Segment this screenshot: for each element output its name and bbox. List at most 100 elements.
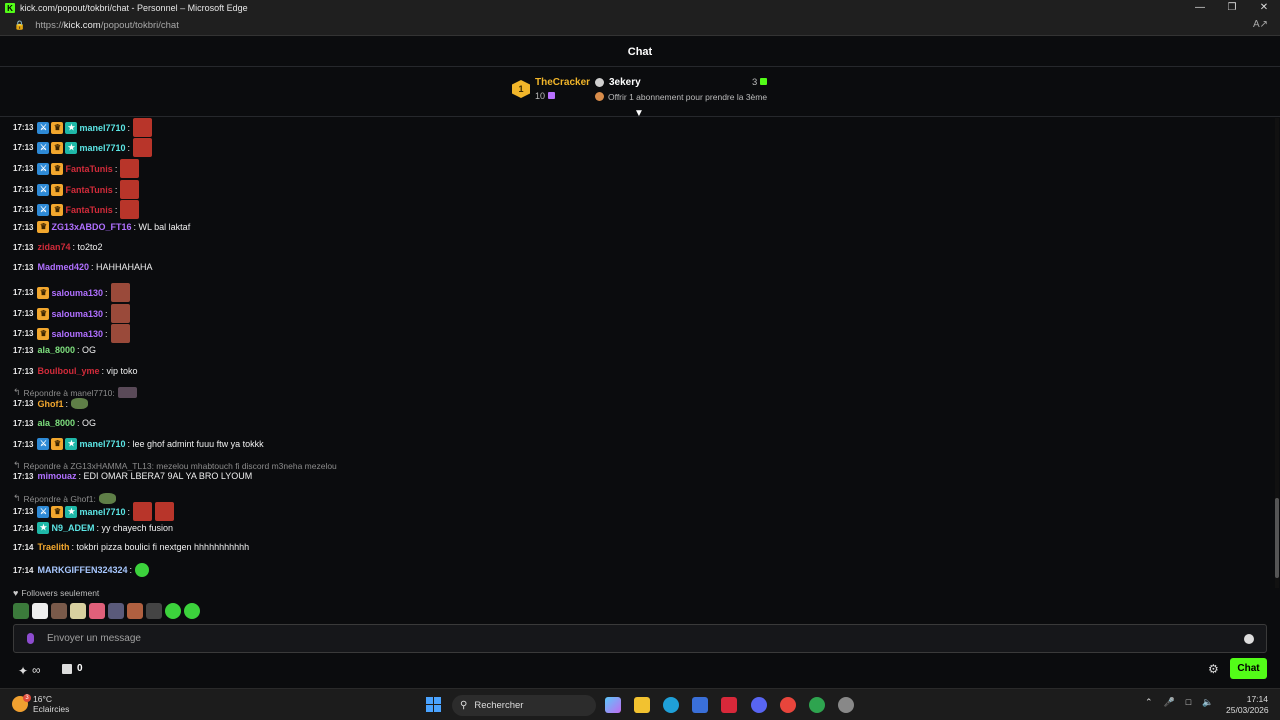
quick-emote[interactable]: [127, 603, 143, 619]
message-username[interactable]: mimouaz: [37, 471, 76, 481]
chat-scrollbar[interactable]: [1275, 118, 1279, 588]
chat-message[interactable]: 17:13 ⚔ ♛ ★ manel7710: lee ghof admint fuuu …: [13, 438, 264, 450]
message-username[interactable]: salouma130: [51, 288, 103, 298]
volume-icon[interactable]: 🔈: [1202, 697, 1213, 708]
leader-first-name[interactable]: TheCracker: [535, 77, 590, 88]
quick-emote[interactable]: [32, 603, 48, 619]
copilot-icon[interactable]: [605, 697, 621, 713]
message-username[interactable]: salouma130: [51, 309, 103, 319]
infinity-icon[interactable]: ∞: [32, 663, 41, 677]
network-icon[interactable]: □: [1186, 697, 1191, 708]
message-username[interactable]: manel7710: [79, 507, 125, 517]
chat-message[interactable]: 17:13 ⚔ ♛ ★ manel7710:: [13, 118, 153, 137]
system-tray: ⌃ 🎤 □ 🔈: [1145, 697, 1213, 708]
message-username[interactable]: FantaTunis: [65, 185, 112, 195]
quick-emote[interactable]: [89, 603, 105, 619]
microphone-tray-icon[interactable]: 🎤: [1164, 697, 1175, 708]
edge-browser-icon[interactable]: [663, 697, 679, 713]
message-username[interactable]: manel7710: [79, 439, 125, 449]
chat-message[interactable]: 17:13 ala_8000: OG: [13, 345, 96, 355]
message-username[interactable]: Madmed420: [37, 262, 89, 272]
microphone-icon[interactable]: [27, 633, 34, 644]
chat-message[interactable]: 17:13 ala_8000: OG: [13, 418, 96, 428]
quick-emote[interactable]: [13, 603, 29, 619]
scroll-to-bottom-icon[interactable]: ▼: [634, 109, 644, 119]
address-bar[interactable]: 🔒 https:// kick.com /popout/tokbri/chat …: [0, 16, 1280, 36]
message-username[interactable]: ala_8000: [37, 418, 75, 428]
chrome-icon[interactable]: [780, 697, 796, 713]
settings-gear-icon[interactable]: ⚙: [1208, 662, 1219, 676]
leader-second-name[interactable]: 3ekery: [609, 77, 641, 88]
chat-message[interactable]: 17:13 ⚔ ♛ ★ manel7710:: [13, 502, 175, 521]
file-explorer-icon[interactable]: [634, 697, 650, 713]
message-input[interactable]: [47, 633, 1244, 644]
chat-message[interactable]: 17:13 ⚔ ♛ FantaTunis:: [13, 180, 140, 199]
message-username[interactable]: ala_8000: [37, 345, 75, 355]
message-username[interactable]: zidan74: [37, 242, 70, 252]
window-titlebar: K kick.com/popout/tokbri/chat - Personne…: [0, 0, 1280, 16]
kick-favicon-icon: K: [5, 3, 15, 13]
minimize-button[interactable]: —: [1184, 0, 1216, 16]
message-username[interactable]: ZG13xABDO_FT16: [51, 222, 131, 232]
tray-chevron-icon[interactable]: ⌃: [1145, 697, 1153, 708]
chat-message[interactable]: 17:13 Boulboul_yme: vip toko: [13, 366, 138, 376]
quick-emote[interactable]: [108, 603, 124, 619]
chat-message[interactable]: 17:13 mimouaz: EDI OMAR LBERA7 9AL YA BRO…: [13, 471, 252, 481]
taskbar-clock[interactable]: 17:14 25/03/2026: [1226, 694, 1269, 716]
chat-message[interactable]: 17:13 ♛ ZG13xABDO_FT16: WL bal laktaf: [13, 221, 190, 233]
message-username[interactable]: Boulboul_yme: [37, 366, 99, 376]
chat-message[interactable]: 17:13 Ghof1:: [13, 398, 88, 409]
leader-first-count-value: 10: [535, 91, 546, 101]
windows-start-icon[interactable]: [426, 697, 441, 712]
message-username[interactable]: Traelith: [37, 542, 69, 552]
message-username[interactable]: FantaTunis: [65, 164, 112, 174]
gift-offer-text[interactable]: Offrir 1 abonnement pour prendre la 3ème: [608, 92, 767, 102]
store-icon[interactable]: [62, 664, 72, 674]
message-username[interactable]: manel7710: [79, 123, 125, 133]
app-icon[interactable]: [838, 697, 854, 713]
chat-message[interactable]: 17:13 ♛ salouma130:: [13, 283, 130, 302]
scrollbar-thumb[interactable]: [1275, 498, 1279, 578]
chat-message[interactable]: 17:14 Traelith: tokbri pizza boulici fi n…: [13, 542, 249, 552]
chat-message[interactable]: 17:14 MARKGIFFEN324324:: [13, 563, 150, 577]
lock-icon[interactable]: 🔒: [14, 20, 25, 31]
message-username[interactable]: N9_ADEM: [51, 523, 94, 533]
message-timestamp: 17:13: [13, 507, 34, 516]
chat-message[interactable]: 17:13 Madmed420: HAHHAHAHA: [13, 262, 153, 272]
ms-store-icon[interactable]: [692, 697, 708, 713]
heart-icon: ♥: [13, 588, 19, 598]
chat-message[interactable]: 17:13 ⚔ ♛ FantaTunis:: [13, 200, 140, 219]
chrome-profile-icon[interactable]: [809, 697, 825, 713]
chat-message[interactable]: 17:13 ♛ salouma130:: [13, 304, 130, 323]
chat-message[interactable]: 17:13 zidan74: to2to2: [13, 242, 103, 252]
chat-message[interactable]: 17:13 ♛ salouma130:: [13, 324, 130, 343]
message-username[interactable]: MARKGIFFEN324324: [37, 565, 127, 575]
taskbar-search[interactable]: ⚲ Rechercher: [452, 695, 596, 716]
restore-button[interactable]: ❐: [1216, 0, 1248, 16]
quick-emote[interactable]: [51, 603, 67, 619]
reply-context[interactable]: ↰ Répondre à manel7710:: [13, 387, 137, 398]
sparkle-icon[interactable]: ✦: [18, 664, 28, 678]
message-username[interactable]: manel7710: [79, 143, 125, 153]
chat-message[interactable]: 17:14 ★ N9_ADEM: yy chayech fusion: [13, 522, 173, 534]
quick-emote[interactable]: [165, 603, 181, 619]
chat-message[interactable]: 17:13 ⚔ ♛ ★ manel7710:: [13, 138, 153, 157]
reply-context[interactable]: ↰ Répondre à ZG13xHAMMA_TL13: mezelou mha…: [13, 460, 337, 471]
emoji-picker-icon[interactable]: [1244, 633, 1254, 644]
discord-icon[interactable]: [751, 697, 767, 713]
weather-widget[interactable]: 3 16°C Eclaircies: [12, 694, 69, 714]
message-username[interactable]: salouma130: [51, 329, 103, 339]
emote-image: [135, 563, 150, 577]
message-text: : lee ghof admint fuuu ftw ya tokkk: [127, 439, 264, 449]
quick-emote[interactable]: [184, 603, 200, 619]
chat-message[interactable]: 17:13 ⚔ ♛ FantaTunis:: [13, 159, 140, 178]
message-input-box[interactable]: [13, 624, 1267, 653]
send-chat-button[interactable]: Chat: [1230, 658, 1267, 679]
adobe-icon[interactable]: [721, 697, 737, 713]
close-button[interactable]: ✕: [1248, 0, 1280, 16]
message-username[interactable]: Ghof1: [37, 399, 63, 409]
quick-emote[interactable]: [70, 603, 86, 619]
read-aloud-icon[interactable]: A↗: [1253, 19, 1268, 30]
message-username[interactable]: FantaTunis: [65, 205, 112, 215]
quick-emote[interactable]: [146, 603, 162, 619]
